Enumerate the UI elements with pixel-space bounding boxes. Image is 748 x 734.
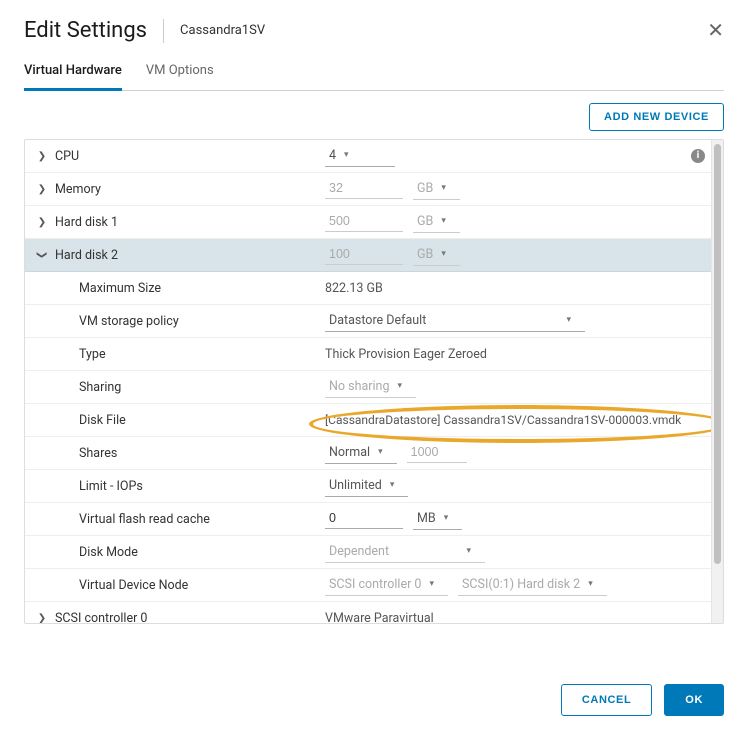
hd1-unit-select[interactable]: GB ▾ [413,212,460,233]
diskfile-label: Disk File [79,413,325,428]
memory-input[interactable] [325,179,403,199]
limit-label: Limit - IOPs [79,479,325,494]
diskfile-value: [CassandraDatastore] Cassandra1SV/Cassan… [325,413,703,427]
diskmode-value: Dependent ▾ [325,542,703,563]
hd1-size-input[interactable] [325,212,403,232]
row-disk-file: Disk File [CassandraDatastore] Cassandra… [25,404,711,437]
maxsize-value: 822.13 GB [325,281,703,296]
ok-button[interactable]: OK [664,684,724,716]
hd2-unit-select[interactable]: GB ▾ [413,245,460,266]
row-hd2-value: GB ▾ [325,245,703,266]
scrollbar[interactable] [711,140,723,623]
scsi0-label: SCSI controller 0 [55,611,325,624]
row-vm-storage-policy: VM storage policy Datastore Default ▾ [25,305,711,338]
row-hard-disk-2[interactable]: ❯ Hard disk 2 GB ▾ [25,239,711,272]
dialog-header: Edit Settings Cassandra1SV ✕ [24,18,724,55]
row-type: Type Thick Provision Eager Zeroed [25,338,711,371]
cpu-select[interactable]: 4 ▾ [325,146,395,167]
flashcache-label: Virtual flash read cache [79,512,325,527]
vdn-label: Virtual Device Node [79,578,325,593]
flashcache-input[interactable] [325,509,403,529]
row-cpu-value: 4 ▾ [325,146,703,167]
chevron-down-icon: ▾ [466,546,471,556]
row-memory: ❯ Memory GB ▾ [25,173,711,206]
row-hd1-value: GB ▾ [325,212,703,233]
vm-name: Cassandra1SV [180,23,265,38]
tab-bar: Virtual Hardware VM Options [24,55,724,91]
sharing-label: Sharing [79,380,325,395]
limit-value: Unlimited ▾ [325,476,703,497]
vdn-value: SCSI controller 0 ▾ SCSI(0:1) Hard disk … [325,575,703,596]
chevron-down-icon: ▾ [588,579,593,589]
chevron-down-icon: ▾ [344,150,349,160]
maxsize-label: Maximum Size [79,281,325,296]
shares-value-input[interactable] [407,443,467,463]
row-cpu-label: CPU [55,149,325,164]
vertical-divider [163,19,164,43]
shares-label: Shares [79,446,325,461]
chevron-right-icon[interactable]: ❯ [37,613,47,623]
flashcache-unit-select[interactable]: MB ▾ [413,509,462,530]
row-virtual-device-node: Virtual Device Node SCSI controller 0 ▾ … [25,569,711,602]
tab-vm-options[interactable]: VM Options [146,55,214,91]
policy-label: VM storage policy [79,314,325,329]
close-icon[interactable]: ✕ [707,21,724,41]
chevron-down-icon: ▾ [390,480,395,490]
hd2-size-input[interactable] [325,245,403,265]
cancel-button[interactable]: CANCEL [561,684,652,716]
chevron-right-icon[interactable]: ❯ [37,151,47,161]
chevron-down-icon: ▾ [378,447,383,457]
diskmode-label: Disk Mode [79,545,325,560]
row-sharing: Sharing No sharing ▾ [25,371,711,404]
dialog-footer: CANCEL OK [24,624,724,716]
row-disk-mode: Disk Mode Dependent ▾ [25,536,711,569]
vdn-controller-select[interactable]: SCSI controller 0 ▾ [325,575,448,596]
limit-iops-select[interactable]: Unlimited ▾ [325,476,408,497]
shares-level-select[interactable]: Normal ▾ [325,443,397,464]
row-memory-label: Memory [55,182,325,197]
chevron-down-icon: ▾ [566,315,571,325]
row-cpu: ❯ CPU 4 ▾ i [25,140,711,173]
dialog-header-left: Edit Settings Cassandra1SV [24,18,265,43]
row-flash-cache: Virtual flash read cache MB ▾ [25,503,711,536]
row-scsi-controller-0: ❯ SCSI controller 0 VMware Paravirtual [25,602,711,623]
shares-value: Normal ▾ [325,443,703,464]
memory-unit-select[interactable]: GB ▾ [413,179,460,200]
sharing-select[interactable]: No sharing ▾ [325,377,416,398]
type-label: Type [79,347,325,362]
policy-value: Datastore Default ▾ [325,311,703,332]
hardware-scroll-body: ❯ CPU 4 ▾ i ❯ Memory GB ▾ ❯ H [25,140,711,623]
row-memory-value: GB ▾ [325,179,703,200]
row-maximum-size: Maximum Size 822.13 GB [25,272,711,305]
scrollbar-thumb[interactable] [714,144,721,564]
row-hard-disk-1: ❯ Hard disk 1 GB ▾ [25,206,711,239]
chevron-down-icon: ▾ [441,249,446,259]
type-value: Thick Provision Eager Zeroed [325,347,703,362]
row-hd2-label: Hard disk 2 [55,248,325,263]
sharing-value: No sharing ▾ [325,377,703,398]
chevron-down-icon: ▾ [441,216,446,226]
hardware-list: ❯ CPU 4 ▾ i ❯ Memory GB ▾ ❯ H [24,139,724,624]
chevron-down-icon: ▾ [441,183,446,193]
tab-virtual-hardware[interactable]: Virtual Hardware [24,55,122,91]
scsi0-value: VMware Paravirtual [325,611,703,624]
diskmode-select[interactable]: Dependent ▾ [325,542,485,563]
row-limit-iops: Limit - IOPs Unlimited ▾ [25,470,711,503]
chevron-right-icon[interactable]: ❯ [37,217,47,227]
chevron-down-icon: ▾ [429,579,434,589]
storage-policy-select[interactable]: Datastore Default ▾ [325,311,585,332]
chevron-down-icon: ▾ [397,381,402,391]
chevron-right-icon[interactable]: ❯ [37,184,47,194]
row-hd1-label: Hard disk 1 [55,215,325,230]
flashcache-value: MB ▾ [325,509,703,530]
toolbar: ADD NEW DEVICE [24,91,724,139]
chevron-down-icon: ▾ [444,513,449,523]
info-icon[interactable]: i [691,149,705,163]
dialog-title: Edit Settings [24,18,147,43]
row-shares: Shares Normal ▾ [25,437,711,470]
add-new-device-button[interactable]: ADD NEW DEVICE [589,103,724,131]
chevron-down-icon[interactable]: ❯ [37,250,47,260]
vdn-node-select[interactable]: SCSI(0:1) Hard disk 2 ▾ [458,575,607,596]
